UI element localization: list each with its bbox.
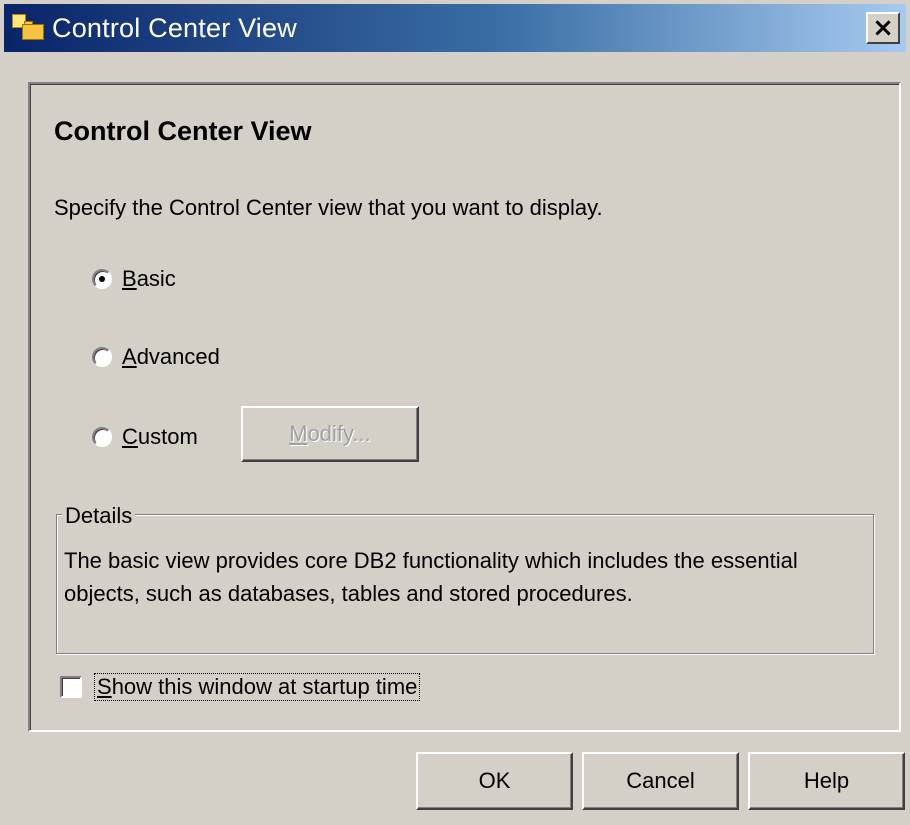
radio-button[interactable] <box>92 269 112 289</box>
checkbox-box[interactable] <box>60 676 82 698</box>
close-icon: × <box>872 13 894 43</box>
radio-basic[interactable]: Basic <box>92 266 176 292</box>
folders-icon <box>10 10 48 46</box>
radio-selected-dot <box>99 276 105 282</box>
modify-button-label: Modify... <box>289 421 371 446</box>
instruction-text: Specify the Control Center view that you… <box>54 195 603 220</box>
details-label: Details <box>62 503 136 529</box>
close-button[interactable]: × <box>866 12 900 44</box>
radio-custom[interactable]: Custom <box>92 424 198 450</box>
title-bar[interactable]: Control Center View × <box>4 4 906 52</box>
startup-checkbox[interactable]: Show this window at startup time <box>60 673 421 701</box>
help-button[interactable]: Help <box>748 752 905 810</box>
radio-button[interactable] <box>92 347 112 367</box>
radio-button[interactable] <box>92 427 112 447</box>
radio-advanced[interactable]: Advanced <box>92 344 220 370</box>
cancel-button[interactable]: Cancel <box>582 752 739 810</box>
radio-custom-label: Custom <box>122 424 198 449</box>
details-text: The basic view provides core DB2 functio… <box>64 548 798 606</box>
dialog-window: Control Center View × Control Center Vie… <box>0 0 910 825</box>
radio-advanced-label: Advanced <box>122 344 220 369</box>
page-heading: Control Center View <box>54 116 312 146</box>
modify-button[interactable]: Modify... <box>241 406 419 462</box>
window-title: Control Center View <box>52 12 297 43</box>
ok-button[interactable]: OK <box>416 752 573 810</box>
radio-basic-label: Basic <box>122 266 176 291</box>
startup-checkbox-label: Show this window at startup time <box>94 673 421 701</box>
